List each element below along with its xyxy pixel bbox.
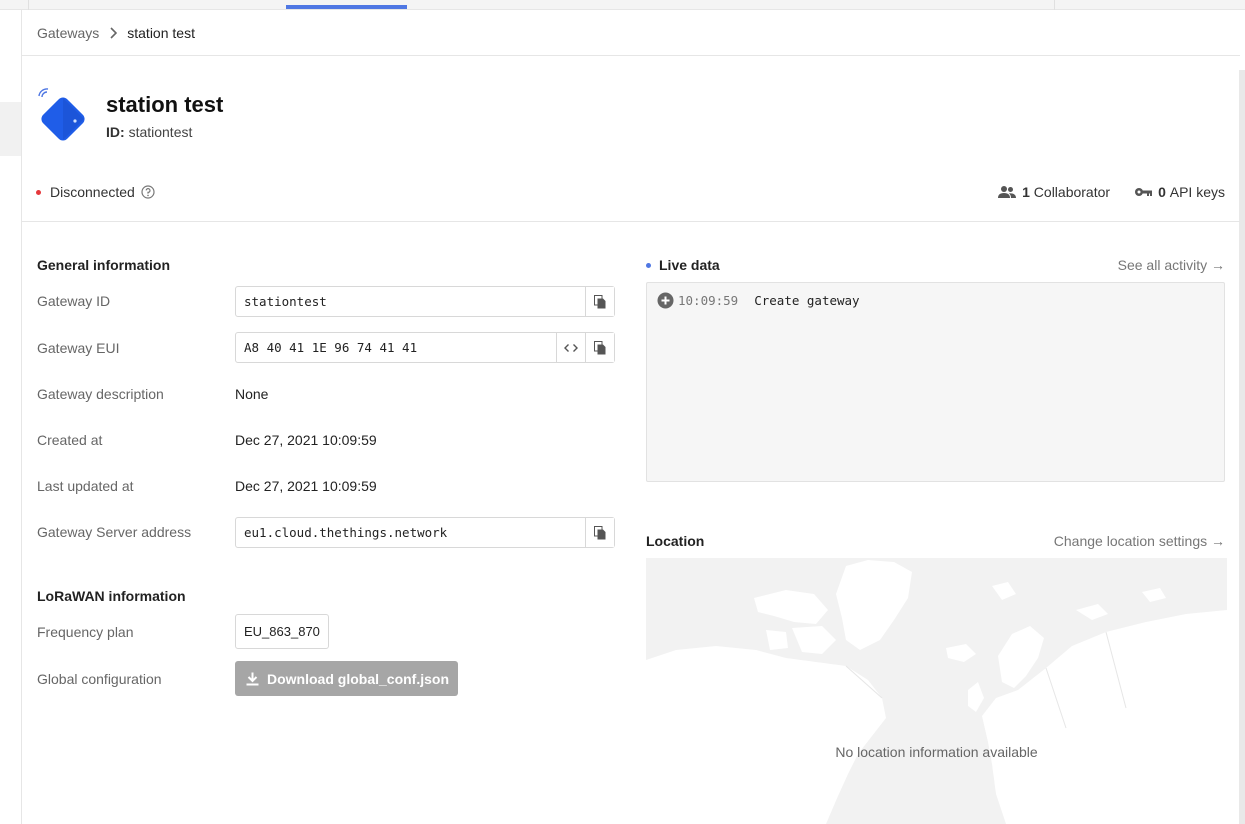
key-icon xyxy=(1135,188,1153,196)
nav-divider xyxy=(28,0,29,10)
gateway-id-field: stationtest xyxy=(235,286,615,317)
copy-icon xyxy=(594,525,606,539)
frequency-plan-label: Frequency plan xyxy=(37,624,134,640)
download-button-label: Download global_conf.json xyxy=(267,670,449,687)
live-data-title: Live data xyxy=(646,257,720,273)
breadcrumb-current: station test xyxy=(127,24,195,41)
global-config-label: Global configuration xyxy=(37,671,162,687)
help-icon[interactable] xyxy=(141,185,155,199)
gateway-description-value: None xyxy=(235,386,269,402)
copy-button[interactable] xyxy=(585,518,614,547)
breadcrumb: Gateways station test xyxy=(22,10,1240,56)
live-data-panel: 10:09:59 Create gateway xyxy=(646,282,1225,482)
connection-status: Disconnected xyxy=(36,184,155,200)
server-address-field-value[interactable]: eu1.cloud.thethings.network xyxy=(236,518,585,547)
download-global-conf-button[interactable]: Download global_conf.json xyxy=(235,661,458,696)
copy-button[interactable] xyxy=(585,287,614,316)
event-name: Create gateway xyxy=(754,293,860,308)
created-at-value: Dec 27, 2021 10:09:59 xyxy=(235,432,377,448)
copy-icon xyxy=(594,294,606,308)
general-info-title: General information xyxy=(37,257,171,273)
see-all-activity-link[interactable]: See all activity → xyxy=(1118,257,1225,273)
server-address-field: eu1.cloud.thethings.network xyxy=(235,517,615,548)
gateway-header: station test ID: stationtest Disconnecte… xyxy=(22,56,1240,222)
event-time: 10:09:59 xyxy=(678,293,739,308)
frequency-plan-value: EU_863_870 xyxy=(235,614,329,649)
live-data-title-text: Live data xyxy=(659,257,720,273)
status-dot-icon xyxy=(36,189,41,195)
gateway-id-field-value[interactable]: stationtest xyxy=(236,287,585,316)
last-updated-label: Last updated at xyxy=(37,478,134,494)
lorawan-info-title: LoRaWAN information xyxy=(37,588,186,604)
nav-divider xyxy=(1054,0,1055,10)
api-keys-link[interactable]: 0 API keys xyxy=(1134,184,1225,200)
event-row[interactable]: 10:09:59 Create gateway xyxy=(657,292,860,309)
active-tab-indicator xyxy=(286,5,407,9)
gateway-description-label: Gateway description xyxy=(37,386,164,402)
gateway-icon xyxy=(36,86,92,146)
location-map: No location information available xyxy=(646,558,1227,824)
gateway-id-value: stationtest xyxy=(128,124,193,140)
location-title: Location xyxy=(646,533,705,549)
server-address-label: Gateway Server address xyxy=(37,524,192,540)
world-map-image xyxy=(646,560,1227,824)
change-location-link[interactable]: Change location settings → xyxy=(1054,533,1225,549)
collaborators-link[interactable]: 1 Collaborator xyxy=(998,184,1110,200)
status-text: Disconnected xyxy=(50,184,135,200)
no-location-message: No location information available xyxy=(835,744,1038,760)
toggle-format-button[interactable] xyxy=(556,333,585,362)
api-keys-count: 0 xyxy=(1158,184,1166,200)
chevron-right-icon xyxy=(109,26,118,39)
live-indicator-icon xyxy=(646,262,651,268)
people-icon xyxy=(998,186,1017,198)
last-updated-value: Dec 27, 2021 10:09:59 xyxy=(235,478,377,494)
download-icon xyxy=(246,672,259,685)
breadcrumb-gateways-link[interactable]: Gateways xyxy=(37,25,99,41)
gateway-eui-field: A8 40 41 1E 96 74 41 41 xyxy=(235,332,615,363)
gateway-id-label: ID: xyxy=(106,124,125,140)
copy-button[interactable] xyxy=(585,333,614,362)
code-icon xyxy=(564,343,578,352)
sidebar-selected-item[interactable] xyxy=(0,102,21,156)
created-at-label: Created at xyxy=(37,432,103,448)
gateway-id: ID: stationtest xyxy=(106,124,192,140)
collaborators-text: Collaborator xyxy=(1033,184,1111,200)
collaborators-count: 1 xyxy=(1022,184,1030,200)
gateway-eui-label: Gateway EUI xyxy=(37,340,120,356)
plus-circle-icon xyxy=(657,292,674,309)
top-nav-bar xyxy=(0,0,1245,10)
gateway-name: station test xyxy=(106,92,224,117)
gateway-eui-field-value[interactable]: A8 40 41 1E 96 74 41 41 xyxy=(236,333,556,362)
gateway-id-label: Gateway ID xyxy=(37,293,111,309)
api-keys-text: API keys xyxy=(1169,184,1225,200)
copy-icon xyxy=(594,340,606,354)
left-sidebar xyxy=(0,10,22,824)
gateway-meta: 1 Collaborator 0 API keys xyxy=(974,184,1225,200)
